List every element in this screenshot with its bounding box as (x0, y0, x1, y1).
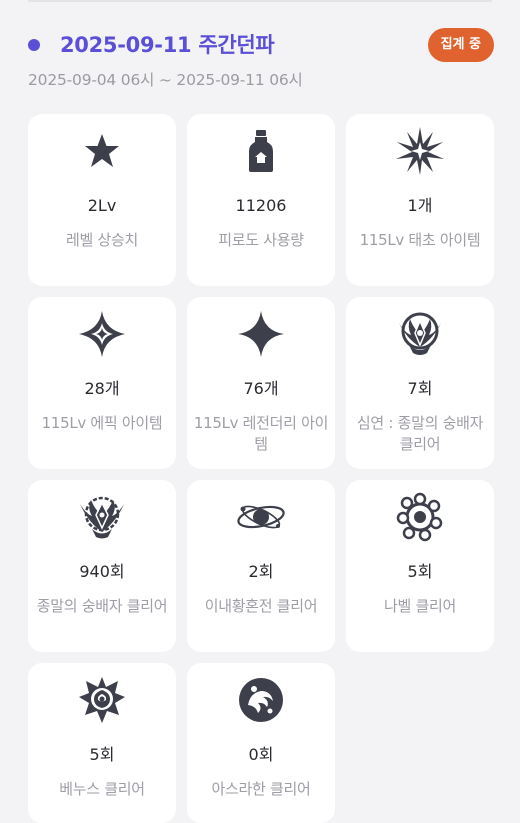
section-header: 2025-09-11 주간던파 집계 중 (28, 28, 494, 64)
stat-card-end-worshipper: 940회 종말의 숭배자 클리어 (28, 480, 176, 652)
stat-label: 115Lv 에픽 아이템 (41, 414, 163, 432)
title-dot (28, 39, 40, 51)
stat-card-primeval: 1개 115Lv 태초 아이템 (346, 114, 494, 286)
stat-card-epic: 28개 115Lv 에픽 아이템 (28, 297, 176, 469)
stat-value: 1개 (407, 196, 433, 215)
stat-value: 2Lv (87, 196, 117, 215)
stat-label: 레벨 상승치 (66, 231, 138, 249)
potion-bottle-icon (236, 126, 286, 176)
stat-label: 피로도 사용량 (218, 231, 304, 249)
status-badge: 집계 중 (427, 28, 494, 62)
stat-value: 28개 (84, 379, 120, 398)
stat-label: 115Lv 레전더리 아이템 (193, 414, 329, 453)
stat-label: 115Lv 태초 아이템 (359, 231, 481, 249)
sparkle-star-icon (77, 309, 127, 359)
asrahan-emblem-icon (236, 675, 286, 725)
stat-value: 940회 (79, 562, 125, 581)
stat-label: 베누스 클리어 (59, 780, 145, 798)
stat-value: 5회 (407, 562, 433, 581)
stat-value: 5회 (89, 745, 115, 764)
stat-card-nabel: 5회 나벨 클리어 (346, 480, 494, 652)
stat-value: 76개 (243, 379, 279, 398)
four-point-star-icon (236, 309, 286, 359)
burst-star-icon (395, 126, 445, 176)
stat-label: 심연 : 종말의 숭배자 클리어 (356, 414, 484, 453)
stat-label: 이내황혼전 클리어 (204, 597, 318, 615)
nabel-emblem-icon (395, 492, 445, 542)
stat-value: 2회 (248, 562, 274, 581)
stat-card-fatigue: 11206 피로도 사용량 (187, 114, 335, 286)
top-divider (28, 0, 492, 2)
stat-card-level: 2Lv 레벨 상승치 (28, 114, 176, 286)
stat-card-legendary: 76개 115Lv 레전더리 아이템 (187, 297, 335, 469)
stat-card-asrahan: 0회 아스라한 클리어 (187, 663, 335, 823)
stat-value: 0회 (248, 745, 274, 764)
planet-orbit-icon (236, 492, 286, 542)
stat-value: 11206 (235, 196, 287, 215)
star-icon (77, 126, 127, 176)
stat-card-venus: 5회 베누스 클리어 (28, 663, 176, 823)
end-worshipper-emblem-icon (77, 492, 127, 542)
venus-emblem-icon (77, 675, 127, 725)
stat-label: 아스라한 클리어 (211, 780, 311, 798)
stat-card-twilight: 2회 이내황혼전 클리어 (187, 480, 335, 652)
abyss-emblem-icon (395, 309, 445, 359)
period-range: 2025-09-04 06시 ~ 2025-09-11 06시 (28, 71, 303, 89)
stat-label: 종말의 숭배자 클리어 (36, 597, 168, 615)
stat-label: 나벨 클리어 (384, 597, 456, 615)
page-title: 2025-09-11 주간던파 (60, 33, 275, 57)
stat-card-abyss: 7회 심연 : 종말의 숭배자 클리어 (346, 297, 494, 469)
stat-value: 7회 (407, 379, 433, 398)
